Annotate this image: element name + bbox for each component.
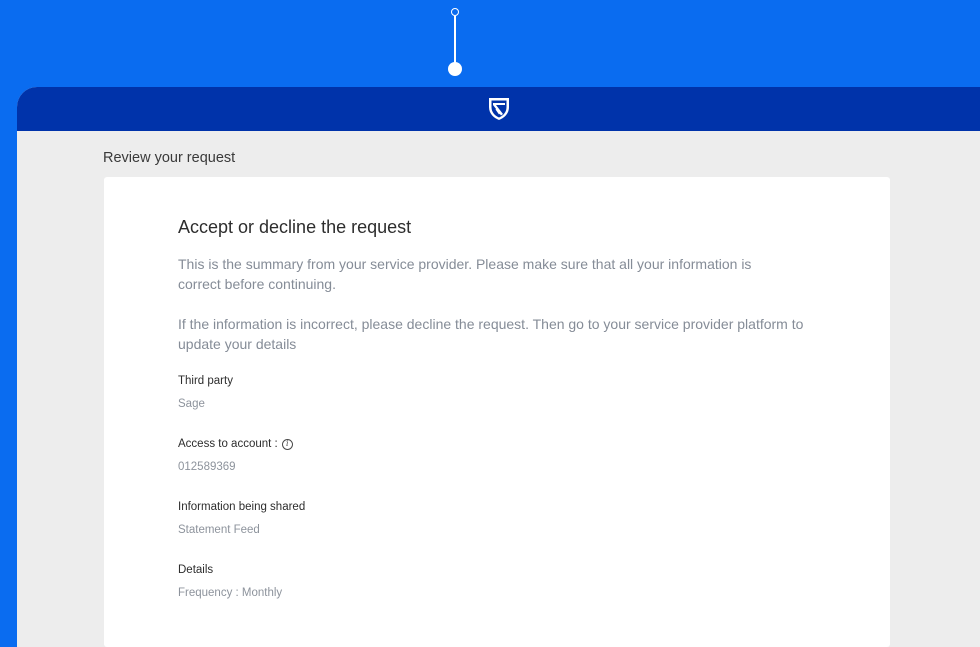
third-party-value: Sage	[178, 398, 205, 410]
app-header	[17, 87, 980, 131]
summary-text: This is the summary from your service pr…	[178, 256, 752, 292]
page-title: Review your request	[103, 150, 236, 166]
shared-info-value: Statement Feed	[178, 524, 260, 536]
info-icon[interactable]: i	[281, 438, 293, 450]
details-value: Frequency : Monthly	[178, 587, 283, 599]
card-title: Accept or decline the request	[178, 217, 412, 237]
account-access-label: Access to account :	[178, 438, 278, 450]
third-party-field: Third party Sage	[178, 374, 828, 411]
account-number-value: 012589369	[178, 461, 236, 473]
account-access-field: Access to account : i 012589369	[178, 437, 828, 474]
details-label: Details	[178, 564, 214, 576]
pointer-dot	[448, 62, 462, 76]
bank-shield-logo-icon	[488, 98, 509, 120]
account-access-label-row: Access to account : i	[178, 437, 828, 451]
request-card: Accept or decline the request This is th…	[104, 177, 890, 647]
notice-text: If the information is incorrect, please …	[178, 316, 804, 352]
app-window: Review your request Accept or decline th…	[17, 87, 980, 647]
details-field: Details Frequency : Monthly	[178, 563, 828, 600]
shared-info-label: Information being shared	[178, 501, 306, 513]
shared-info-field: Information being shared Statement Feed	[178, 500, 828, 537]
pointer-ring	[451, 8, 459, 16]
pointer-stem	[454, 16, 456, 68]
connector-pointer	[448, 4, 462, 78]
third-party-label: Third party	[178, 375, 233, 387]
request-card-content: Accept or decline the request This is th…	[178, 217, 828, 600]
